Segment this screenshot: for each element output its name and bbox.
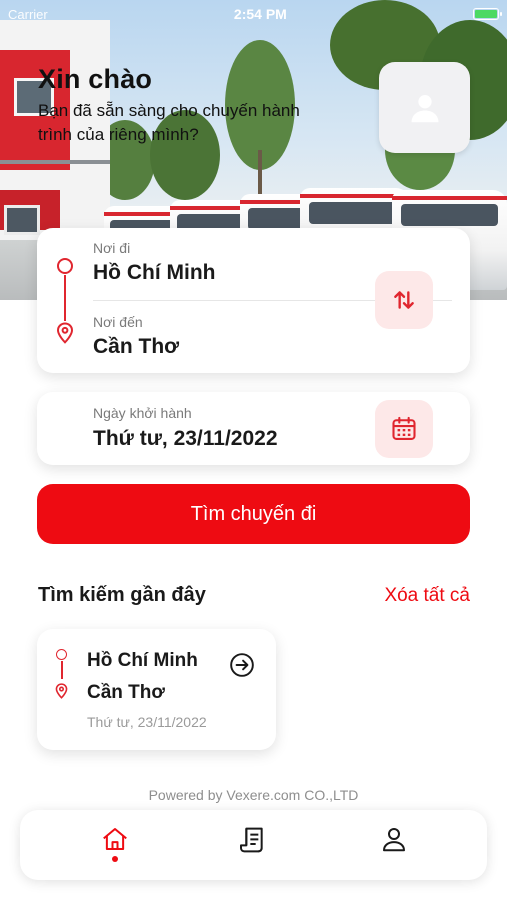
tab-tickets[interactable] [233,824,273,864]
route-connector [61,661,63,679]
bottom-tab-bar [20,810,487,880]
swap-route-button[interactable] [375,271,433,329]
route-card: Nơi đi Hồ Chí Minh Nơi đến Cần Thơ [37,228,470,373]
origin-dot-icon [56,649,67,660]
origin-value: Hồ Chí Minh [93,261,216,284]
route-connector [64,275,66,321]
find-trip-button[interactable]: Tìm chuyến đi [37,484,470,544]
destination-pin-icon [55,683,68,699]
recent-origin: Hồ Chí Minh [87,650,198,671]
departure-date-field[interactable]: Ngày khởi hành Thứ tư, 23/11/2022 [37,392,470,465]
user-icon [383,828,405,852]
recent-destination: Cần Thơ [87,682,165,703]
greeting: Xin chào Bạn đã sẵn sàng cho chuyến hành… [38,64,338,147]
active-tab-indicator [112,856,118,862]
arrow-right-circle-icon[interactable] [229,652,255,678]
calendar-icon [392,416,416,440]
destination-value: Cần Thơ [93,335,180,358]
greeting-title: Xin chào [38,64,153,94]
carrier-label: Carrier [8,6,48,22]
clock: 2:54 PM [233,6,287,22]
recent-date: Thứ tư, 23/11/2022 [87,714,207,730]
recent-search-item[interactable]: Hồ Chí Minh Cần Thơ Thứ tư, 23/11/2022 [37,629,276,750]
origin-dot-icon [57,258,73,274]
home-icon [103,828,127,850]
tab-account[interactable] [374,824,414,864]
powered-by-footer: Powered by Vexere.com CO.,LTD [148,787,359,803]
departure-label: Ngày khởi hành [93,405,192,421]
status-bar: Carrier 2:54 PM [0,0,507,28]
clear-all-link[interactable]: Xóa tất cả [384,585,470,607]
recent-searches-title: Tìm kiếm gần đây [38,584,206,606]
destination-pin-icon [56,322,74,344]
swap-arrows-icon [394,291,414,309]
origin-label: Nơi đi [93,240,131,256]
destination-label: Nơi đến [93,314,143,330]
tab-home[interactable] [95,824,135,864]
user-icon [411,94,438,122]
battery-icon [473,8,502,20]
ticket-icon [240,827,263,853]
calendar-button[interactable] [375,400,433,458]
departure-value: Thứ tư, 23/11/2022 [93,427,278,450]
profile-avatar-button[interactable] [379,62,470,153]
greeting-subtitle: Bạn đã sẵn sàng cho chuyến hành trình củ… [38,101,300,144]
